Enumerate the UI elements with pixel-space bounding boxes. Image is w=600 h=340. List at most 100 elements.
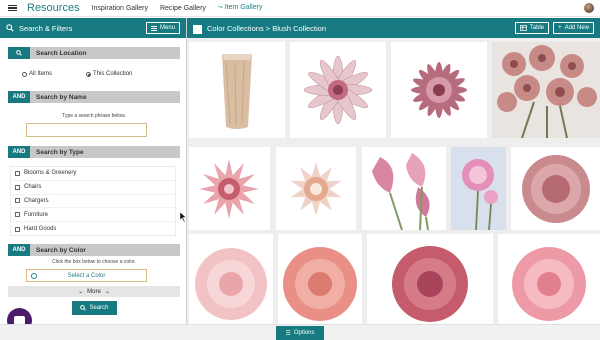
add-new-label: Add New [564, 25, 589, 31]
search-button[interactable]: Search [72, 301, 117, 315]
type-item-chairs[interactable]: Chairs [11, 181, 175, 195]
and-badge[interactable]: AND [8, 146, 30, 158]
checkbox[interactable] [15, 212, 20, 218]
astrantia-image [290, 42, 386, 138]
item-tile-flower[interactable] [290, 42, 386, 138]
type-item-blooms-greenery[interactable]: Blooms & Greenery [11, 167, 175, 181]
nav-inspiration-gallery[interactable]: Inspiration Gallery [92, 5, 148, 12]
item-tile-flower[interactable] [367, 234, 493, 324]
search-button-label: Search [89, 305, 109, 311]
book-icon [193, 24, 202, 34]
carnation-image [278, 234, 362, 324]
checkbox[interactable] [15, 226, 20, 232]
radio-all-items-label: All Items [29, 71, 53, 77]
item-tile-vase[interactable] [189, 42, 285, 138]
hamburger-menu-icon[interactable] [8, 4, 17, 12]
type-item-label: Hard Goods [24, 226, 57, 233]
type-item-label: Chairs [24, 184, 42, 191]
nav-item-gallery[interactable]: ⤳ Item Gallery [218, 4, 263, 12]
item-tile-flower[interactable] [391, 42, 487, 138]
carnation-image [367, 234, 493, 324]
carnation-image [511, 147, 600, 230]
radio-dot-selected [86, 71, 92, 77]
search-icon [80, 305, 87, 311]
type-checkbox-list: Blooms & Greenery Chairs Chargers Furnit… [10, 166, 176, 236]
palette-icon [31, 273, 37, 279]
calla-lily-image [362, 147, 446, 230]
checkbox[interactable] [15, 170, 20, 176]
options-label: Options [293, 330, 315, 336]
astrantia-image [391, 42, 487, 138]
search-location-bar: Search Location [8, 47, 180, 59]
search-location-label: Search Location [36, 49, 87, 57]
search-by-name-label: Search by Name [36, 93, 87, 101]
search-by-type-bar: AND Search by Type [8, 146, 180, 158]
select-color-button[interactable]: Select a Color [26, 269, 147, 282]
nav-item-gallery-label: Item Gallery [224, 4, 263, 11]
carnation-image [498, 234, 600, 324]
type-item-label: Chargers [24, 197, 49, 204]
menu-button[interactable]: Menu [145, 22, 180, 34]
type-item-chargers[interactable]: Chargers [11, 195, 175, 209]
search-location-badge [8, 47, 30, 59]
item-tile-flower[interactable] [278, 234, 362, 324]
location-radio-group: All Items This Collection [22, 71, 132, 77]
plus-icon: + [558, 25, 562, 31]
search-phrase-input[interactable] [26, 123, 147, 137]
more-label: More [87, 288, 101, 295]
item-tile-flower[interactable] [189, 234, 273, 324]
bottom-bar: ☰ Options [0, 324, 600, 340]
search-by-type-label: Search by Type [36, 148, 84, 156]
more-toggle[interactable]: ⌄ More ⌄ [8, 286, 180, 297]
table-icon [519, 25, 527, 31]
and-badge[interactable]: AND [8, 244, 30, 256]
search-filters-panel: Search & Filters Menu Search Location Al… [0, 18, 186, 324]
search-by-color-label: Search by Color [36, 246, 86, 254]
item-tile-flower[interactable] [492, 42, 600, 138]
options-button[interactable]: ☰ Options [276, 326, 324, 340]
table-label: Table [529, 25, 545, 31]
type-item-label: Furniture [24, 211, 49, 218]
name-hint: Type a search phrase below. [62, 113, 126, 119]
astrantia-bunch-image [492, 42, 600, 138]
color-hint: Click the box below to choose a color. [52, 259, 136, 265]
lisianthus-image [451, 147, 506, 230]
chevron-down-icon: ⌄ [78, 289, 84, 295]
item-tile-flower[interactable] [276, 147, 356, 230]
search-by-color-bar: AND Search by Color [8, 244, 180, 256]
carnation-image [189, 234, 273, 324]
mouse-cursor-icon [180, 212, 187, 222]
filters-title: Search & Filters [19, 23, 73, 33]
link-icon: ⤳ [217, 5, 223, 11]
list-icon: ☰ [285, 330, 291, 337]
item-tile-flower[interactable] [511, 147, 600, 230]
search-by-name-bar: AND Search by Name [8, 91, 180, 103]
search-icon [6, 24, 14, 32]
top-nav: Resources Inspiration Gallery Recipe Gal… [0, 0, 600, 17]
item-tile-flower[interactable] [451, 147, 506, 230]
checkbox[interactable] [15, 184, 20, 190]
radio-all-items[interactable]: All Items [22, 71, 52, 77]
menu-label: Menu [159, 25, 175, 31]
item-tile-flower[interactable] [362, 147, 446, 230]
protea-image [189, 147, 270, 230]
brand-title[interactable]: Resources [27, 2, 80, 14]
checkbox[interactable] [15, 198, 20, 204]
item-tile-flower[interactable] [189, 147, 270, 230]
type-item-furniture[interactable]: Furniture [11, 208, 175, 223]
type-item-label: Blooms & Greenery [24, 170, 77, 177]
collection-panel: Color Collections > Blush Collection Tab… [186, 18, 600, 324]
and-badge[interactable]: AND [8, 91, 30, 103]
item-tile-flower[interactable] [498, 234, 600, 324]
collection-breadcrumb[interactable]: Color Collections > Blush Collection [207, 24, 326, 33]
add-new-button[interactable]: + Add New [553, 22, 594, 34]
chevron-down-icon: ⌄ [104, 289, 110, 295]
type-item-hard-goods[interactable]: Hard Goods [11, 222, 175, 236]
nav-recipe-gallery[interactable]: Recipe Gallery [160, 5, 206, 12]
collection-header: Color Collections > Blush Collection Tab… [187, 18, 600, 38]
filters-header: Search & Filters Menu [0, 18, 186, 38]
user-avatar[interactable] [584, 3, 594, 13]
table-view-button[interactable]: Table [514, 22, 550, 34]
vase-image [189, 42, 285, 138]
radio-this-collection[interactable]: This Collection [86, 71, 132, 77]
